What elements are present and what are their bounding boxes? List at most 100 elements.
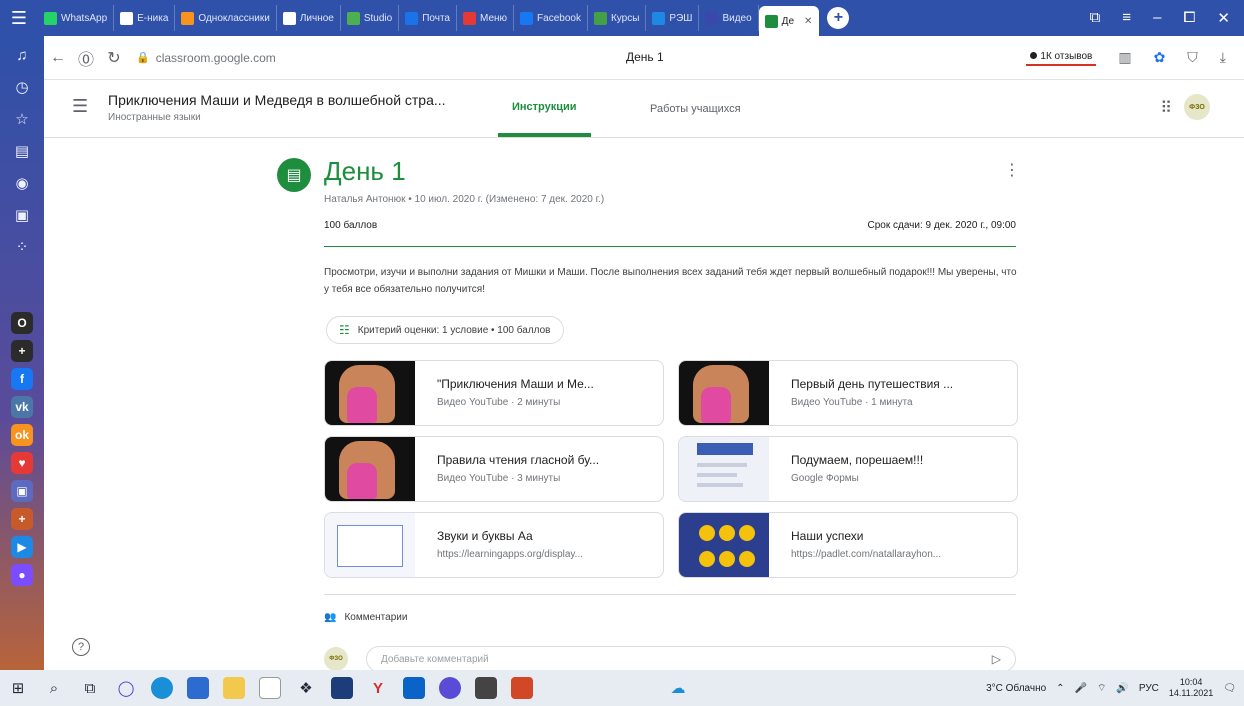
form-line: [697, 473, 737, 477]
new-tab-icon[interactable]: +: [827, 7, 850, 29]
bookmark-icon[interactable]: ⛉: [1187, 49, 1198, 66]
google-apps-icon[interactable]: ⠿: [1160, 98, 1172, 118]
yandex-browser-icon[interactable]: [432, 670, 468, 706]
tab-instructions[interactable]: Инструкции: [498, 80, 591, 137]
browser-tab[interactable]: Курсы: [588, 5, 647, 31]
more-options-icon[interactable]: ⋮: [1004, 160, 1020, 180]
maximize-icon[interactable]: ⧠: [1183, 9, 1195, 27]
reviews-badge[interactable]: 1К отзывов: [1026, 49, 1097, 66]
browser-tab[interactable]: WhatsApp: [38, 5, 115, 31]
tray-app-icon[interactable]: ☁: [660, 670, 696, 706]
browser-app-icon: [439, 677, 461, 699]
browser-menu-icon[interactable]: ☰: [0, 0, 38, 36]
close-window-icon[interactable]: ✕: [1217, 9, 1230, 27]
weather-text[interactable]: 3°C Облачно: [986, 683, 1046, 694]
rubric-chip[interactable]: ☷ Критерий оценки: 1 условие • 100 балло…: [326, 316, 564, 344]
dropbox-icon[interactable]: ❖: [288, 670, 324, 706]
history-icon[interactable]: ◷: [9, 74, 35, 100]
material-card-link[interactable]: Наши успехи https://padlet.com/natallara…: [678, 512, 1018, 578]
browser-tab[interactable]: Видео: [699, 5, 759, 31]
notes-icon[interactable]: ▤: [9, 138, 35, 164]
star-icon[interactable]: ☆: [9, 106, 35, 132]
clock[interactable]: 10:04 14.11.2021: [1169, 677, 1213, 699]
browser-tab[interactable]: Одноклассники: [175, 5, 277, 31]
tray-chevron-icon[interactable]: ⌃: [1056, 683, 1064, 694]
sidebar-app-icon[interactable]: ▣: [11, 480, 33, 502]
reviews-label: 1К отзывов: [1040, 51, 1093, 62]
explorer-icon[interactable]: [216, 670, 252, 706]
odnoklassniki-icon[interactable]: ok: [11, 424, 33, 446]
menu-lines-icon[interactable]: ≡: [1122, 9, 1131, 27]
material-card-video[interactable]: Первый день путешествия ... Видео YouTub…: [678, 360, 1018, 426]
course-info[interactable]: Приключения Маши и Медведя в волшебной с…: [108, 92, 446, 123]
browser-tab[interactable]: Личное: [277, 5, 341, 31]
lock-icon: 🔒: [136, 52, 150, 64]
browser-tab[interactable]: Почта: [399, 5, 457, 31]
windows-start-icon[interactable]: ⊞: [0, 670, 36, 706]
url-field[interactable]: 🔒 classroom.google.com: [136, 51, 396, 65]
avatar[interactable]: ФЗО: [1184, 94, 1210, 120]
browser-tab[interactable]: Меню: [457, 5, 515, 31]
wifi-icon[interactable]: ⌔: [1097, 682, 1106, 695]
tab-student-work[interactable]: Работы учащихся: [636, 80, 755, 137]
browser-tab[interactable]: Е-ника: [114, 5, 176, 31]
material-title: Первый день путешествия ...: [791, 377, 954, 391]
language-indicator[interactable]: РУС: [1139, 683, 1159, 694]
volume-icon[interactable]: 🔊: [1116, 683, 1128, 694]
alice-icon[interactable]: ●: [11, 564, 33, 586]
masha-figure: [347, 387, 377, 423]
hamburger-menu-icon[interactable]: ☰: [72, 96, 88, 117]
material-card-link[interactable]: Звуки и буквы Аа https://learningapps.or…: [324, 512, 664, 578]
reload-icon[interactable]: ↻: [100, 48, 128, 68]
facebook-icon[interactable]: f: [11, 368, 33, 390]
heart-icon[interactable]: ♥: [11, 452, 33, 474]
favicon: [405, 11, 419, 25]
back-icon[interactable]: ←: [44, 49, 72, 67]
help-icon[interactable]: ?: [72, 638, 90, 656]
comment-input[interactable]: Добавьте комментарий ▷: [366, 646, 1016, 672]
download-icon[interactable]: ⤓: [1220, 49, 1226, 66]
browser-tab-active[interactable]: Дe ✕: [758, 6, 820, 36]
play-app-icon[interactable]: ▶: [11, 536, 33, 558]
store-icon[interactable]: [180, 670, 216, 706]
material-subtitle: Видео YouTube · 3 минуты: [437, 473, 561, 484]
cortana-icon[interactable]: ◯: [108, 670, 144, 706]
media-icon[interactable]: [468, 670, 504, 706]
browser-tab[interactable]: Studio: [341, 5, 400, 31]
play-icon[interactable]: ◉: [9, 170, 35, 196]
yandex-icon[interactable]: Y: [360, 670, 396, 706]
tab-label: Одноклассники: [198, 12, 270, 24]
material-subtitle: Видео YouTube · 1 минута: [791, 397, 913, 408]
microphone-icon[interactable]: 🎤: [1075, 683, 1087, 694]
vk-icon[interactable]: vk: [11, 396, 33, 418]
task-view-icon[interactable]: ⧉: [72, 670, 108, 706]
skype-icon[interactable]: [324, 670, 360, 706]
browser-tab[interactable]: Facebook: [514, 5, 588, 31]
material-card-video[interactable]: "Приключения Маши и Ме... Видео YouTube …: [324, 360, 664, 426]
notifications-icon[interactable]: 🗨: [1223, 683, 1236, 694]
edge-app-icon: [151, 677, 173, 699]
sidebar-app-icon[interactable]: +: [11, 340, 33, 362]
material-title: Правила чтения гласной бу...: [437, 453, 600, 467]
material-card-form[interactable]: Подумаем, порешаем!!! Google Формы: [678, 436, 1018, 502]
powerpoint-icon[interactable]: [504, 670, 540, 706]
edge-icon[interactable]: [144, 670, 180, 706]
gallery-icon[interactable]: ▣: [9, 202, 35, 228]
bell-icon[interactable]: ♫: [9, 42, 35, 68]
sidebar-app-icon[interactable]: O: [11, 312, 33, 334]
tabs-overview-icon[interactable]: ⧉: [1090, 9, 1101, 27]
outlook-icon[interactable]: [396, 670, 432, 706]
browser-tab[interactable]: РЭШ: [646, 5, 700, 31]
material-card-video[interactable]: Правила чтения гласной бу... Видео YouTu…: [324, 436, 664, 502]
extension-icon[interactable]: ✿: [1154, 49, 1166, 66]
favicon: [652, 11, 666, 25]
minimize-icon[interactable]: –: [1153, 9, 1161, 27]
add-app-icon[interactable]: +: [11, 508, 33, 530]
apps-icon[interactable]: ⁘: [9, 234, 35, 260]
app-icon[interactable]: [252, 670, 288, 706]
search-icon[interactable]: ⌕: [36, 670, 72, 706]
protect-icon[interactable]: ⓪: [72, 46, 100, 70]
close-tab-icon[interactable]: ✕: [804, 16, 812, 27]
reader-icon[interactable]: ▥: [1118, 49, 1131, 66]
send-icon[interactable]: ▷: [992, 652, 1001, 666]
